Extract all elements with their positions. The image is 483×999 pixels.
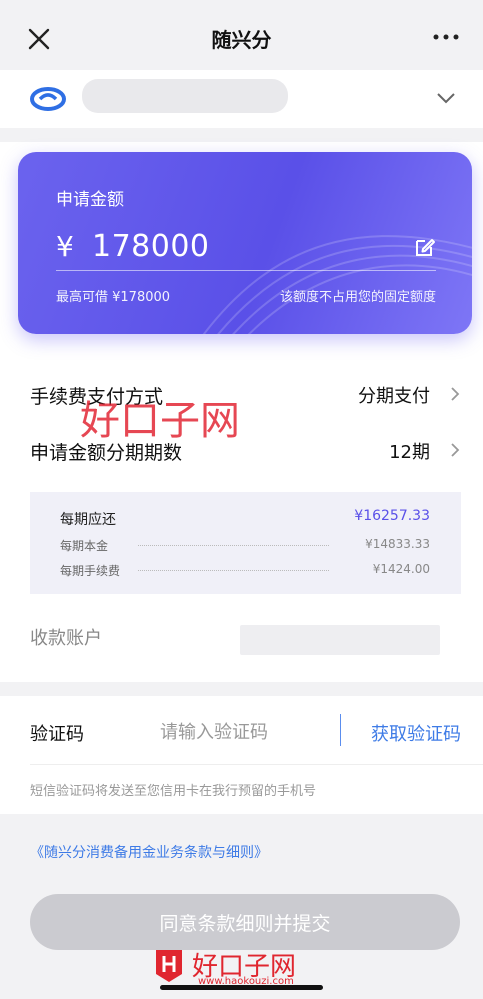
chevron-down-icon[interactable] (435, 90, 457, 106)
repayment-summary: 每期应还 ¥16257.33 每期本金 ¥14833.33 每期手续费 ¥142… (30, 492, 461, 594)
more-icon[interactable] (431, 30, 461, 44)
per-period-repay-label: 每期应还 (60, 512, 116, 528)
chevron-right-icon (451, 443, 460, 457)
watermark-logo: 好口子网 www.haokouzi.com (152, 946, 312, 987)
watermark-bottom-text: 好口子网 (192, 952, 297, 982)
watermark-badge-icon (156, 950, 182, 982)
fee-payment-method-row[interactable]: 手续费支付方式 分期支付 (30, 378, 462, 408)
principal-value: ¥14833.33 (365, 537, 430, 551)
fee-label: 每期手续费 (60, 564, 121, 578)
card-decoration (202, 235, 472, 334)
fee-payment-method-label: 手续费支付方式 (30, 386, 164, 408)
principal-label: 每期本金 (60, 539, 109, 553)
divider (340, 714, 341, 746)
navigation-bar: 随兴分 (0, 0, 483, 70)
terms-link[interactable]: 《随兴分消费备用金业务条款与细则》 (30, 842, 268, 862)
limit-note-text: 该额度不占用您的固定额度 (279, 290, 436, 305)
max-limit-text: 最高可借 ¥178000 (56, 290, 171, 305)
account-selector[interactable] (0, 70, 483, 128)
fee-value: ¥1424.00 (372, 562, 430, 576)
installment-count-label: 申请金额分期期数 (30, 442, 183, 464)
account-number-masked (82, 79, 288, 113)
per-period-repay-value: ¥16257.33 (354, 508, 430, 524)
verification-code-input[interactable] (158, 716, 332, 748)
edit-icon[interactable] (414, 236, 436, 258)
amount-underline (56, 270, 436, 271)
amount-card: 申请金额 ¥ 178000 最高可借 ¥178000 该额度不占用您的固定额度 (18, 152, 472, 334)
page-title: 随兴分 (211, 28, 272, 52)
receiving-account-label: 收款账户 (30, 628, 102, 649)
sms-hint-text: 短信验证码将发送至您信用卡在我行预留的手机号 (30, 784, 317, 799)
dotted-leader (138, 545, 329, 546)
apply-amount-label: 申请金额 (56, 190, 124, 210)
verification-code-label: 验证码 (30, 724, 84, 745)
home-indicator (160, 985, 323, 990)
currency-symbol: ¥ (56, 230, 74, 263)
bank-logo-icon (30, 87, 66, 111)
fee-payment-method-value: 分期支付 (358, 386, 430, 407)
submit-button[interactable]: 同意条款细则并提交 (30, 894, 460, 950)
divider (30, 764, 483, 765)
verification-section: 验证码 获取验证码 短信验证码将发送至您信用卡在我行预留的手机号 (0, 696, 483, 814)
get-code-button[interactable]: 获取验证码 (371, 720, 461, 746)
dotted-leader (138, 570, 329, 571)
installment-count-value: 12期 (389, 442, 430, 463)
apply-amount-value[interactable]: 178000 (92, 229, 210, 264)
installment-count-row[interactable]: 申请金额分期期数 12期 (30, 434, 462, 464)
receiving-account-masked (240, 625, 440, 655)
chevron-right-icon (451, 387, 460, 401)
